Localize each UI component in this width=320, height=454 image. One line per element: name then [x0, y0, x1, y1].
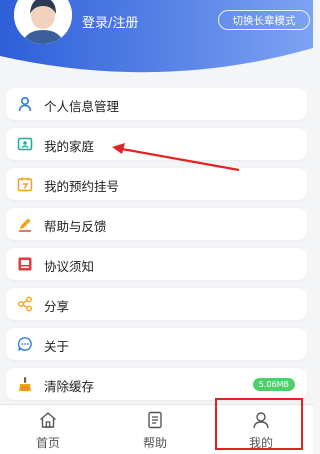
tab-home[interactable]: 首页 — [13, 405, 83, 454]
menu-item-label: 我的家庭 — [44, 139, 95, 154]
login-register-link[interactable]: 登录/注册 — [82, 12, 138, 31]
menu-item-label: 分享 — [44, 299, 70, 314]
menu-item-my-appointments[interactable]: 我的预约挂号 — [6, 168, 307, 200]
family-card-icon — [17, 137, 33, 151]
avatar-person-icon — [14, 0, 72, 44]
menu-item-clear-cache[interactable]: 清除缓存 5.06MB — [6, 368, 307, 400]
menu-item-label: 协议须知 — [44, 259, 95, 274]
menu-item-personal-info[interactable]: 个人信息管理 — [6, 88, 307, 120]
menu-item-share[interactable]: 分享 — [6, 288, 307, 320]
tab-help[interactable]: 帮助 — [120, 405, 190, 454]
profile-header: 登录/注册 切换长辈模式 — [0, 0, 313, 78]
home-icon — [40, 412, 56, 428]
switch-elder-mode-button[interactable]: 切换长辈模式 — [218, 10, 310, 30]
menu-item-help-feedback[interactable]: 帮助与反馈 — [6, 208, 307, 240]
menu-item-label: 清除缓存 — [44, 379, 95, 394]
menu-item-my-family[interactable]: 我的家庭 — [6, 128, 307, 160]
appointment-calendar-icon — [17, 177, 33, 192]
menu-item-agreement[interactable]: 协议须知 — [6, 248, 307, 280]
cache-size-badge: 5.06MB — [252, 378, 295, 391]
tab-mine-highlight-box — [215, 398, 303, 450]
share-icon — [18, 296, 32, 312]
menu-item-label: 我的预约挂号 — [44, 179, 120, 194]
tab-label: 帮助 — [142, 436, 167, 450]
broom-icon — [19, 377, 31, 391]
menu-item-label: 关于 — [44, 339, 70, 354]
menu-item-label: 帮助与反馈 — [44, 219, 107, 234]
pencil-icon — [19, 218, 31, 232]
menu-item-label: 个人信息管理 — [44, 99, 120, 114]
menu-item-about[interactable]: 关于 — [6, 328, 307, 360]
agreement-icon — [18, 257, 32, 271]
about-chat-icon — [17, 337, 32, 351]
avatar[interactable] — [14, 0, 72, 44]
person-icon — [18, 96, 32, 112]
tab-label: 首页 — [35, 436, 60, 450]
help-doc-icon — [148, 411, 162, 429]
